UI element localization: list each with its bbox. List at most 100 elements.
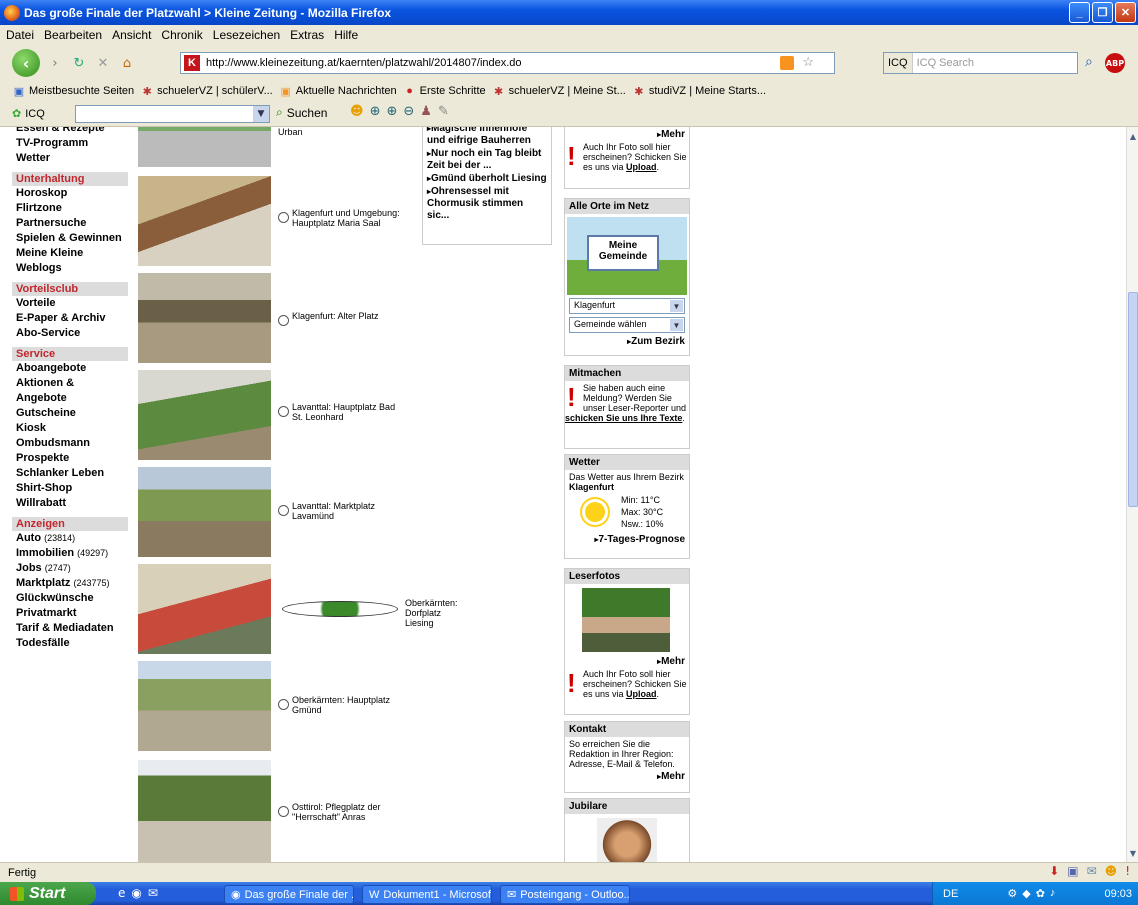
nav-item[interactable]: Wetter — [12, 151, 128, 166]
close-button[interactable]: ✕ — [1115, 2, 1136, 23]
mail-icon[interactable]: ✉ — [1087, 864, 1097, 878]
nav-item[interactable]: Aktionen & Angebote — [12, 376, 128, 406]
place-radio[interactable] — [278, 806, 289, 817]
nav-item[interactable]: Jobs (2747) — [12, 561, 128, 576]
place-option[interactable]: Oberkärnten: Dorfplatz Liesing — [278, 598, 458, 628]
meine-gemeinde-image[interactable]: Meine Gemeinde — [567, 217, 687, 295]
back-button[interactable]: ‹ — [12, 49, 40, 77]
place-radio[interactable] — [278, 315, 289, 326]
place-photo[interactable] — [138, 661, 271, 751]
nav-item[interactable]: Prospekte — [12, 451, 128, 466]
place-radio-selected[interactable] — [282, 601, 398, 617]
smiley-icon[interactable]: ☻ — [350, 104, 364, 119]
outlook-icon[interactable]: ✉ — [148, 886, 158, 900]
place-option[interactable]: Urban — [278, 127, 403, 137]
rss-icon[interactable] — [780, 56, 794, 70]
nav-item[interactable]: Spielen & Gewinnen — [12, 231, 128, 246]
bookmark-item[interactable]: ✱ studiVZ | Meine Starts... — [632, 84, 766, 98]
url-bar[interactable]: K http://www.kleinezeitung.at/kaernten/p… — [180, 52, 835, 74]
gemeinde-select[interactable]: Gemeinde wählen ▼ — [569, 317, 685, 333]
smiley-icon[interactable]: ☻ — [1105, 864, 1118, 878]
download-icon[interactable]: ⬇ — [1049, 864, 1059, 878]
bezirk-select[interactable]: Klagenfurt ▼ — [569, 298, 685, 314]
person-icon[interactable]: ♟ — [420, 104, 432, 119]
nav-item[interactable]: Gutscheine — [12, 406, 128, 421]
network-icon[interactable]: ⚙ — [1007, 887, 1017, 900]
news-item[interactable]: Ohrensessel mit Chormusik stimmen sic... — [427, 186, 547, 222]
nav-item[interactable]: Marktplatz (243775) — [12, 576, 128, 591]
icq-search-input[interactable]: ▼ — [75, 105, 270, 123]
place-photo[interactable] — [138, 127, 271, 167]
stop-icon[interactable]: ✕ — [94, 54, 112, 72]
nav-item[interactable]: Tarif & Mediadaten — [12, 621, 128, 636]
scroll-thumb[interactable] — [1128, 292, 1138, 507]
search-engine-label[interactable]: ICQ — [884, 53, 913, 73]
bookmark-item[interactable]: ✱ schuelerVZ | Meine St... — [492, 84, 626, 98]
scroll-up-icon[interactable]: ▲ — [1127, 129, 1138, 143]
more-link[interactable]: Mehr — [565, 656, 689, 667]
nav-item[interactable]: Abo-Service — [12, 326, 128, 341]
place-option[interactable]: Lavanttal: Hauptplatz Bad St. Leonhard — [278, 402, 403, 422]
nav-item[interactable]: TV-Programm — [12, 136, 128, 151]
bookmark-item[interactable]: ▣ Meistbesuchte Seiten — [12, 84, 134, 98]
more-link[interactable]: Mehr — [565, 771, 689, 782]
nav-item[interactable]: Meine Kleine Weblogs — [12, 246, 128, 276]
nav-item[interactable]: Auto (23814) — [12, 531, 128, 546]
place-photo[interactable] — [138, 370, 271, 460]
nav-item[interactable]: Vorteile — [12, 296, 128, 311]
ie-icon[interactable]: e — [118, 886, 125, 900]
place-photo[interactable] — [138, 176, 271, 266]
prognose-link[interactable]: 7-Tages-Prognose — [565, 534, 689, 545]
task-word[interactable]: W Dokument1 - Microsof... — [362, 885, 492, 904]
place-photo[interactable] — [138, 760, 271, 862]
leserfoto-image[interactable] — [582, 588, 670, 652]
nav-item[interactable]: Todesfälle — [12, 636, 128, 651]
nav-section-head[interactable]: Unterhaltung — [12, 172, 128, 186]
volume-icon[interactable]: ♪ — [1050, 887, 1056, 900]
nav-item[interactable]: Glückwünsche — [12, 591, 128, 606]
place-photo[interactable] — [138, 467, 271, 557]
search-input[interactable]: ICQ ICQ Search — [883, 52, 1078, 74]
nav-section-head[interactable]: Anzeigen — [12, 517, 128, 531]
news-item[interactable]: Magische Innenhöfe und eifrige Bauherren — [427, 127, 547, 147]
menu-chronik[interactable]: Chronik — [161, 28, 202, 42]
zoom-out-icon[interactable]: ⊖ — [403, 104, 414, 119]
menu-bearbeiten[interactable]: Bearbeiten — [44, 28, 102, 42]
zoom-in-icon[interactable]: ⊕ — [386, 104, 397, 119]
minimize-button[interactable]: _ — [1069, 2, 1090, 23]
icq-menu[interactable]: ✿ ICQ — [12, 107, 45, 121]
jubilare-image[interactable] — [597, 818, 657, 862]
menu-hilfe[interactable]: Hilfe — [334, 28, 358, 42]
nav-item[interactable]: Shirt-Shop — [12, 481, 128, 496]
menu-datei[interactable]: Datei — [6, 28, 34, 42]
task-outlook[interactable]: ✉ Posteingang - Outloo... — [500, 885, 630, 904]
bookmark-item[interactable]: ✱ schuelerVZ | schülerV... — [140, 84, 273, 98]
nav-item[interactable]: Schlanker Leben — [12, 466, 128, 481]
news-item[interactable]: Gmünd überholt Liesing — [427, 173, 547, 185]
menu-extras[interactable]: Extras — [290, 28, 324, 42]
language-indicator[interactable]: DE — [943, 888, 958, 900]
place-option[interactable]: Klagenfurt: Alter Platz — [278, 311, 403, 326]
news-item[interactable]: Nur noch ein Tag bleibt Zeit bei der ... — [427, 148, 547, 172]
scroll-down-icon[interactable]: ▼ — [1127, 846, 1138, 860]
chevron-down-icon[interactable]: ▼ — [253, 106, 269, 122]
adblock-icon[interactable]: ABP — [1105, 53, 1125, 73]
place-option[interactable]: Klagenfurt und Umgebung: Hauptplatz Mari… — [278, 208, 403, 228]
menu-lesezeichen[interactable]: Lesezeichen — [213, 28, 280, 42]
nav-item[interactable]: Flirtzone — [12, 201, 128, 216]
start-button[interactable]: Start — [0, 882, 96, 905]
nav-item[interactable]: Aboangebote — [12, 361, 128, 376]
more-link[interactable]: Mehr — [565, 129, 689, 140]
forward-button[interactable]: › — [46, 54, 64, 72]
nav-item[interactable]: Privatmarkt — [12, 606, 128, 621]
place-photo[interactable] — [138, 273, 271, 363]
place-option[interactable]: Oberkärnten: Hauptplatz Gmünd — [278, 695, 403, 715]
bookmark-item[interactable]: ● Erste Schritte — [403, 84, 485, 98]
bookmark-star-icon[interactable]: ☆ — [802, 54, 814, 70]
bookmark-item[interactable]: ▣ Aktuelle Nachrichten — [279, 84, 397, 98]
upload-link[interactable]: Upload — [626, 162, 657, 172]
shield-icon[interactable]: ◆ — [1022, 887, 1030, 900]
icq-icon[interactable]: ✿ — [1036, 887, 1045, 900]
task-firefox[interactable]: ◉ Das große Finale der ... — [224, 885, 354, 904]
place-radio[interactable] — [278, 406, 289, 417]
